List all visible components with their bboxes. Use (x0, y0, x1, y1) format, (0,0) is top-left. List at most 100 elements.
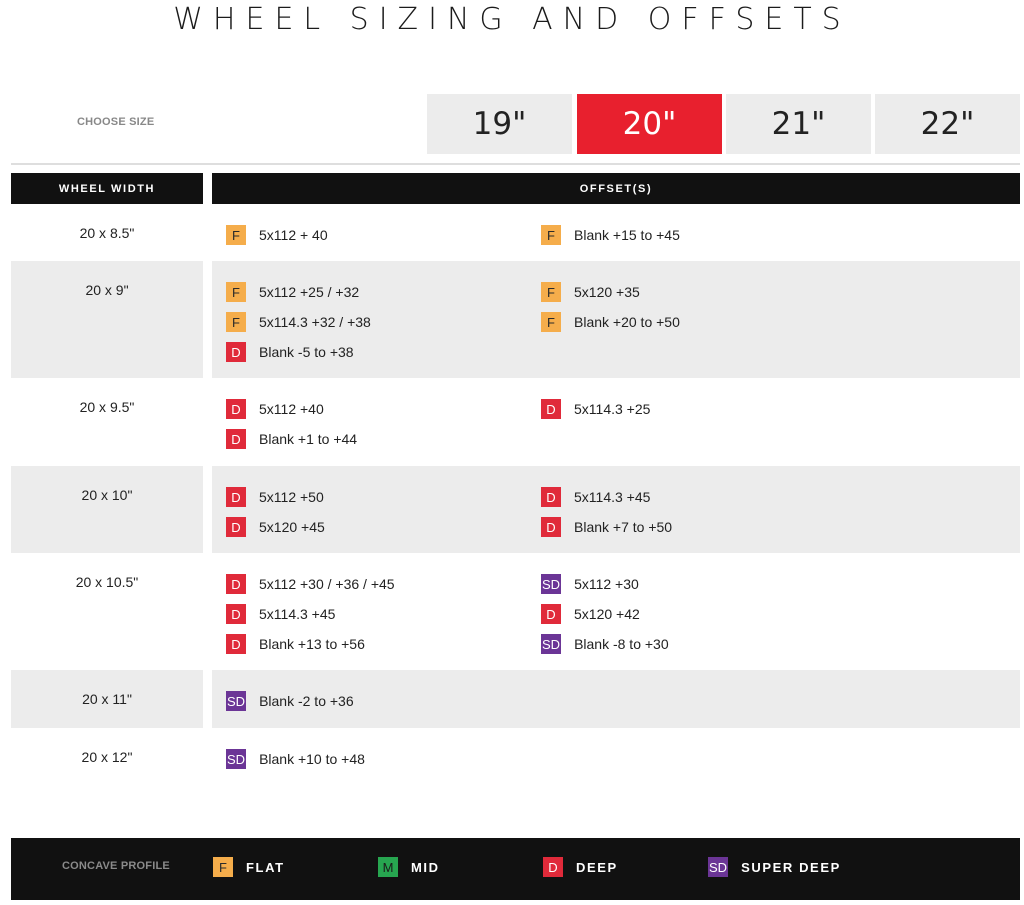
size-tab-19[interactable]: 19" (427, 94, 572, 154)
offset-entry: F 5x120 +35 (541, 277, 680, 307)
profile-badge: F (226, 282, 246, 302)
table-row: 20 x 9.5" D 5x112 +40 D Blank +1 to +44 D 5x11… (11, 378, 1020, 466)
profile-badge: D (226, 634, 246, 654)
offset-entry: D 5x114.3 +45 (541, 482, 672, 512)
legend-name: MID (411, 859, 440, 875)
size-tab-22[interactable]: 22" (875, 94, 1020, 154)
offset-entry: D Blank -5 to +38 (226, 337, 371, 367)
offset-text: Blank +13 to +56 (259, 636, 365, 652)
wheel-width-value: 20 x 9" (85, 282, 129, 298)
offset-entry: D Blank +1 to +44 (226, 424, 357, 454)
offset-entry: D 5x120 +42 (541, 599, 669, 629)
offsets-cell: D 5x112 +50 D 5x120 +45 D 5x114.3 +45 D Blank +… (212, 466, 1020, 553)
offsets-column-left: SD Blank -2 to +36 (226, 686, 354, 716)
offsets-column-left: F 5x112 +25 / +32 F 5x114.3 +32 / +38 D Blank… (226, 277, 371, 367)
offset-text: 5x112 + 40 (259, 227, 328, 243)
legend-name: SUPER DEEP (741, 859, 841, 875)
profile-badge: D (226, 574, 246, 594)
offsets-column-right: D 5x114.3 +45 D Blank +7 to +50 (541, 482, 672, 542)
profile-badge: D (226, 429, 246, 449)
offset-text: 5x114.3 +45 (574, 489, 651, 505)
offset-entry: F Blank +15 to +45 (541, 220, 680, 250)
profile-badge: SD (226, 749, 247, 769)
offset-text: 5x114.3 +25 (574, 401, 651, 417)
profile-badge: SD (226, 691, 247, 711)
offsets-column-left: D 5x112 +40 D Blank +1 to +44 (226, 394, 357, 454)
offset-entry: D 5x114.3 +45 (226, 599, 395, 629)
table-row: 20 x 10.5" D 5x112 +30 / +36 / +45 D 5x114.3… (11, 553, 1020, 670)
legend-badge: F (213, 857, 233, 877)
offset-entry: D 5x114.3 +25 (541, 394, 650, 424)
offset-entry: D 5x112 +50 (226, 482, 325, 512)
offsets-cell: D 5x112 +30 / +36 / +45 D 5x114.3 +45 D Blank… (212, 553, 1020, 670)
legend-badge: D (543, 857, 563, 877)
legend-item-mid: M MID (378, 857, 440, 877)
profile-badge: D (226, 342, 246, 362)
wheel-width-value: 20 x 10" (81, 487, 133, 503)
wheel-width-cell: 20 x 11" (11, 670, 203, 728)
wheel-width-cell: 20 x 9.5" (11, 378, 203, 466)
profile-badge: F (226, 312, 246, 332)
offsets-column-left: F 5x112 + 40 (226, 220, 328, 250)
offset-text: 5x120 +42 (574, 606, 640, 622)
table-row: 20 x 11" SD Blank -2 to +36 (11, 670, 1020, 728)
profile-badge: D (541, 487, 561, 507)
legend-badge: M (378, 857, 398, 877)
wheel-width-value: 20 x 8.5" (79, 225, 135, 241)
profile-badge: SD (541, 574, 562, 594)
legend-label: CONCAVE PROFILE (62, 860, 170, 872)
offset-entry: F Blank +20 to +50 (541, 307, 680, 337)
profile-badge: D (226, 487, 246, 507)
wheel-width-value: 20 x 11" (82, 691, 132, 707)
offsets-cell: SD Blank -2 to +36 (212, 670, 1020, 728)
offset-entry: SD Blank -8 to +30 (541, 629, 669, 659)
offsets-column-right: D 5x114.3 +25 (541, 394, 650, 424)
offsets-cell: SD Blank +10 to +48 (212, 728, 1020, 786)
wheel-width-cell: 20 x 10" (11, 466, 203, 553)
offset-entry: D 5x112 +30 / +36 / +45 (226, 569, 395, 599)
offset-entry: D 5x120 +45 (226, 512, 325, 542)
offset-entry: SD 5x112 +30 (541, 569, 669, 599)
table-row: 20 x 12" SD Blank +10 to +48 (11, 728, 1020, 786)
offsets-cell: F 5x112 +25 / +32 F 5x114.3 +32 / +38 D Blank… (212, 261, 1020, 378)
profile-badge: D (226, 604, 246, 624)
offset-text: Blank +20 to +50 (574, 314, 680, 330)
offset-text: 5x112 +30 / +36 / +45 (259, 576, 395, 592)
offset-text: Blank -2 to +36 (259, 693, 354, 709)
size-tab-20[interactable]: 20" (577, 94, 722, 154)
offsets-column-left: SD Blank +10 to +48 (226, 744, 365, 774)
divider (11, 163, 1020, 165)
offset-text: Blank +10 to +48 (259, 751, 365, 767)
offset-text: 5x120 +35 (574, 284, 640, 300)
profile-badge: F (541, 225, 561, 245)
offset-text: Blank +15 to +45 (574, 227, 680, 243)
offset-text: 5x112 +50 (259, 489, 324, 505)
choose-size-label: CHOOSE SIZE (77, 116, 155, 128)
profile-badge: SD (541, 634, 562, 654)
offset-text: Blank +1 to +44 (259, 431, 358, 447)
offsets-column-right: SD 5x112 +30 D 5x120 +42 SD Blank -8 to +30 (541, 569, 669, 659)
page-title: WHEEL SIZING AND OFFSETS (173, 2, 851, 37)
legend-item-deep: D DEEP (543, 857, 618, 877)
profile-badge: D (541, 399, 561, 419)
offset-entry: D Blank +7 to +50 (541, 512, 672, 542)
offset-entry: SD Blank +10 to +48 (226, 744, 365, 774)
offset-text: Blank -5 to +38 (259, 344, 354, 360)
offsets-column-right: F 5x120 +35 F Blank +20 to +50 (541, 277, 680, 337)
offset-entry: F 5x112 + 40 (226, 220, 328, 250)
size-tab-21[interactable]: 21" (726, 94, 871, 154)
wheel-width-cell: 20 x 10.5" (11, 553, 203, 670)
offset-text: 5x114.3 +32 / +38 (259, 314, 371, 330)
offsets-column-right: F Blank +15 to +45 (541, 220, 680, 250)
legend-item-super-deep: SD SUPER DEEP (708, 857, 841, 877)
profile-badge: F (541, 312, 561, 332)
offset-entry: D Blank +13 to +56 (226, 629, 395, 659)
table-row: 20 x 8.5" F 5x112 + 40 F Blank +15 to +45 (11, 204, 1020, 261)
legend-badge: SD (708, 857, 729, 877)
wheel-width-cell: 20 x 8.5" (11, 204, 203, 261)
offset-text: 5x114.3 +45 (259, 606, 336, 622)
table-row: 20 x 9" F 5x112 +25 / +32 F 5x114.3 +32 / +3… (11, 261, 1020, 378)
legend-name: FLAT (246, 859, 285, 875)
offsets-cell: D 5x112 +40 D Blank +1 to +44 D 5x114.3 +25 (212, 378, 1020, 466)
offsets-column-left: D 5x112 +50 D 5x120 +45 (226, 482, 325, 542)
